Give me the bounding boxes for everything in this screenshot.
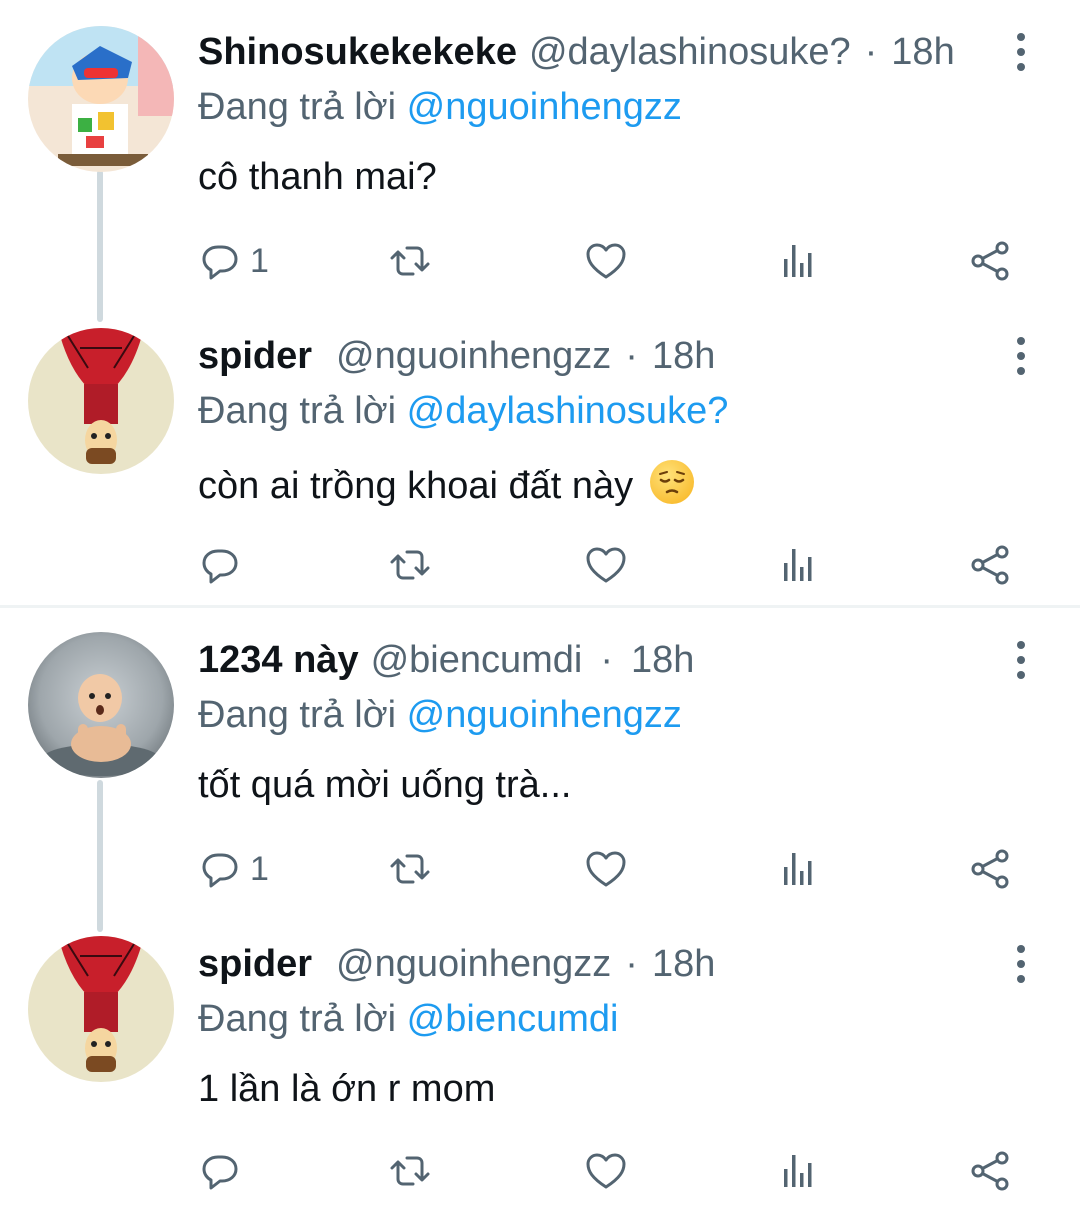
tweet-header: spider @nguoinhengzz · 18h — [198, 936, 990, 992]
timestamp[interactable]: 18h — [652, 943, 715, 986]
retweet-button[interactable] — [388, 844, 432, 894]
more-options-icon[interactable] — [1006, 328, 1036, 384]
reply-icon — [202, 549, 238, 584]
pensive-face-emoji-icon — [649, 460, 694, 504]
tweet-header: spider @nguoinhengzz · 18h — [198, 328, 990, 384]
reply-icon — [202, 853, 238, 888]
replying-prefix: Đang trả lời — [198, 86, 397, 128]
retweet-icon — [390, 854, 430, 884]
retweet-button[interactable] — [388, 1146, 432, 1196]
reply-button[interactable]: 1 — [198, 844, 269, 894]
replying-to: Đang trả lời @daylashinosuke? — [198, 390, 728, 433]
display-name[interactable]: spider — [198, 335, 312, 378]
views-button[interactable] — [776, 540, 820, 590]
views-button[interactable] — [776, 236, 820, 286]
retweet-button[interactable] — [388, 236, 432, 286]
tweet-header: 1234 này @biencumdi · 18h — [198, 632, 990, 688]
views-button[interactable] — [776, 844, 820, 894]
tweet-text: cô thanh mai? — [198, 156, 437, 198]
more-options-icon[interactable] — [1006, 936, 1036, 992]
separator-dot: · — [864, 30, 878, 73]
share-icon — [971, 241, 1009, 281]
views-button[interactable] — [776, 1146, 820, 1196]
user-handle[interactable]: @daylashinosuke? — [529, 31, 851, 74]
reply-count: 1 — [250, 241, 269, 280]
share-button[interactable] — [968, 1146, 1012, 1196]
user-handle[interactable]: @biencumdi — [371, 639, 583, 682]
more-options-icon[interactable] — [1006, 632, 1036, 688]
display-name[interactable]: spider — [198, 943, 312, 986]
timestamp[interactable]: 18h — [631, 639, 694, 682]
separator-dot: · — [625, 942, 638, 985]
like-button[interactable] — [584, 844, 628, 894]
like-button[interactable] — [584, 1146, 628, 1196]
user-handle[interactable]: @nguoinhengzz — [336, 943, 611, 986]
more-options-icon[interactable] — [1006, 24, 1036, 80]
replying-prefix: Đang trả lời — [198, 390, 397, 432]
display-name[interactable]: 1234 này — [198, 639, 359, 682]
share-button[interactable] — [968, 236, 1012, 286]
timestamp[interactable]: 18h — [891, 31, 954, 74]
views-icon — [784, 1155, 812, 1187]
action-bar — [198, 1146, 1018, 1196]
reply-button[interactable]: 1 — [198, 236, 269, 286]
reply-button[interactable] — [198, 540, 250, 590]
retweet-icon — [390, 550, 430, 580]
share-button[interactable] — [968, 844, 1012, 894]
shinchan-avatar[interactable] — [28, 26, 174, 172]
replying-to: Đang trả lời @nguoinhengzz — [198, 86, 682, 129]
reply-button[interactable] — [198, 1146, 250, 1196]
share-icon — [971, 1151, 1009, 1191]
tweet-text-container: còn ai trồng khoai đất này — [198, 460, 694, 508]
spiderman-toy-avatar[interactable] — [28, 328, 174, 474]
thread-line — [97, 170, 103, 322]
tweet-text: còn ai trồng khoai đất này — [198, 465, 634, 507]
reply-icon — [202, 245, 238, 280]
reply-icon — [202, 1155, 238, 1190]
like-button[interactable] — [584, 540, 628, 590]
replying-prefix: Đang trả lời — [198, 694, 397, 736]
replying-prefix: Đang trả lời — [198, 998, 397, 1040]
share-icon — [971, 545, 1009, 585]
replying-to: Đang trả lời @biencumdi — [198, 998, 618, 1041]
tweet-header: Shinosukekekeke @daylashinosuke? · 18h — [198, 24, 990, 80]
like-icon — [586, 1153, 626, 1189]
views-icon — [784, 245, 812, 277]
like-icon — [586, 851, 626, 887]
share-button[interactable] — [968, 540, 1012, 590]
replying-mention-link[interactable]: @biencumdi — [407, 998, 619, 1040]
replying-mention-link[interactable]: @nguoinhengzz — [407, 694, 682, 736]
separator-dot: · — [625, 334, 638, 377]
share-icon — [971, 849, 1009, 889]
spiderman-toy-avatar[interactable] — [28, 936, 174, 1082]
separator-dot: · — [600, 638, 614, 681]
retweet-icon — [390, 246, 430, 276]
tweet-text: 1 lần là ớn r mom — [198, 1068, 496, 1110]
replying-to: Đang trả lời @nguoinhengzz — [198, 694, 682, 737]
action-bar: 1 — [198, 844, 1018, 894]
like-icon — [586, 547, 626, 583]
thread-line — [97, 780, 103, 932]
user-handle[interactable]: @nguoinhengzz — [336, 335, 611, 378]
replying-mention-link[interactable]: @nguoinhengzz — [407, 86, 682, 128]
thread-divider — [0, 605, 1080, 608]
retweet-icon — [390, 1156, 430, 1186]
action-bar — [198, 540, 1018, 590]
retweet-button[interactable] — [388, 540, 432, 590]
bald-baby-avatar[interactable] — [28, 632, 174, 778]
reply-count: 1 — [250, 849, 269, 888]
replying-mention-link[interactable]: @daylashinosuke? — [407, 390, 729, 432]
like-button[interactable] — [584, 236, 628, 286]
views-icon — [784, 853, 812, 885]
like-icon — [586, 243, 626, 279]
views-icon — [784, 549, 812, 581]
display-name[interactable]: Shinosukekekeke — [198, 31, 517, 74]
timestamp[interactable]: 18h — [652, 335, 715, 378]
action-bar: 1 — [198, 236, 1018, 286]
tweet-text: tốt quá mời uống trà... — [198, 764, 572, 806]
